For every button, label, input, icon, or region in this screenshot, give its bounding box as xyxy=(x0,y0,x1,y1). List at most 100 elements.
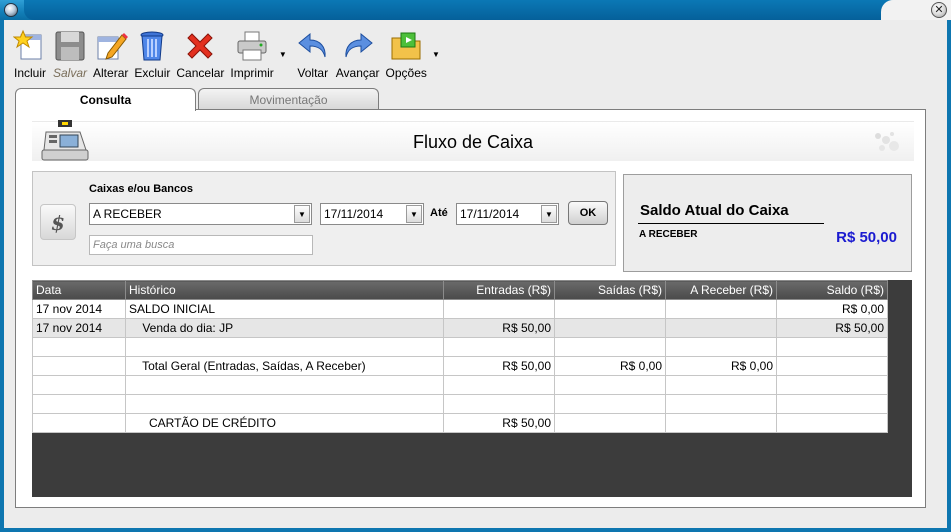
table-cell-saldo xyxy=(776,375,888,395)
excluir-button[interactable]: Excluir xyxy=(131,26,173,80)
cancelar-button[interactable]: Cancelar xyxy=(173,26,227,80)
cashflow-grid[interactable]: Data Histórico Entradas (R$) Saídas (R$) A R… xyxy=(32,280,912,497)
table-cell-entradas: R$ 50,00 xyxy=(443,356,555,376)
table-cell-a-receber xyxy=(665,299,777,319)
table-cell-saidas xyxy=(554,337,666,357)
opcoes-button[interactable]: Opções ▼ xyxy=(383,26,440,80)
floppy-icon xyxy=(55,31,85,61)
toolbar: Incluir Salvar Alterar Excluir Cancelar … xyxy=(10,26,440,82)
caixas-bancos-label: Caixas e/ou Bancos xyxy=(89,183,193,195)
dollar-icon: $ xyxy=(40,204,76,240)
table-row[interactable] xyxy=(32,375,888,395)
page-title: Fluxo de Caixa xyxy=(412,132,534,152)
table-cell-a-receber xyxy=(665,337,777,357)
excluir-label: Excluir xyxy=(134,66,171,80)
search-input[interactable]: Faça uma busca xyxy=(89,235,313,255)
date-to-value: 17/11/2014 xyxy=(460,207,520,221)
avancar-button[interactable]: Avançar xyxy=(333,26,383,80)
table-cell-saidas: R$ 0,00 xyxy=(554,356,666,376)
table-cell-entradas xyxy=(443,299,555,319)
table-row[interactable] xyxy=(32,394,888,414)
table-cell-a-receber xyxy=(665,413,777,433)
column-header-data[interactable]: Data xyxy=(32,280,126,300)
table-cell-a-receber xyxy=(665,318,777,338)
chevron-down-icon[interactable]: ▼ xyxy=(541,205,557,223)
trash-icon xyxy=(140,31,164,61)
cashflow-table[interactable]: Data Histórico Entradas (R$) Saídas (R$) A R… xyxy=(32,280,888,433)
saldo-title: Saldo Atual do Caixa xyxy=(640,202,789,219)
close-icon[interactable]: ✕ xyxy=(931,2,947,18)
table-cell-saidas xyxy=(554,299,666,319)
voltar-button[interactable]: Voltar xyxy=(293,26,333,80)
table-row[interactable]: CARTÃO DE CRÉDITO R$ 50,00 xyxy=(32,413,888,433)
arrow-forward-icon xyxy=(345,32,373,58)
avancar-label: Avançar xyxy=(335,66,380,80)
table-cell-saidas xyxy=(554,413,666,433)
header-banner: Fluxo de Caixa xyxy=(32,120,914,161)
tab-movimentacao-label: Movimentação xyxy=(249,93,328,107)
table-cell-data xyxy=(32,413,126,433)
chevron-down-icon[interactable]: ▼ xyxy=(294,205,310,223)
chevron-down-icon[interactable]: ▼ xyxy=(406,205,422,223)
table-row[interactable] xyxy=(32,337,888,357)
table-cell-historico xyxy=(125,394,444,414)
title-bar: ✕ xyxy=(0,0,951,20)
table-cell-data xyxy=(32,337,126,357)
column-header-saidas[interactable]: Saídas (R$) xyxy=(554,280,666,300)
salvar-label: Salvar xyxy=(53,66,88,80)
imprimir-dropdown-icon[interactable]: ▼ xyxy=(279,50,287,59)
table-cell-saldo xyxy=(776,337,888,357)
table-cell-saidas xyxy=(554,375,666,395)
saldo-account: A RECEBER xyxy=(639,229,698,240)
column-header-saldo[interactable]: Saldo (R$) xyxy=(776,280,888,300)
cancelar-label: Cancelar xyxy=(176,66,225,80)
account-select[interactable]: A RECEBER ▼ xyxy=(89,203,312,225)
table-header-row: Data Histórico Entradas (R$) Saídas (R$) A R… xyxy=(32,280,888,300)
table-cell-entradas: R$ 50,00 xyxy=(443,318,555,338)
tab-movimentacao[interactable]: Movimentação xyxy=(198,88,379,110)
date-from-value: 17/11/2014 xyxy=(324,207,384,221)
date-from-picker[interactable]: 17/11/2014 ▼ xyxy=(320,203,424,225)
printer-icon xyxy=(237,31,267,61)
table-cell-a-receber xyxy=(665,394,777,414)
saldo-value: R$ 50,00 xyxy=(836,229,897,246)
table-cell-historico: CARTÃO DE CRÉDITO xyxy=(125,413,444,433)
red-x-icon xyxy=(187,33,214,59)
table-cell-historico xyxy=(125,337,444,357)
table-row[interactable]: 17 nov 2014 SALDO INICIAL R$ 0,00 xyxy=(32,299,888,319)
date-to-picker[interactable]: 17/11/2014 ▼ xyxy=(456,203,559,225)
alterar-button[interactable]: Alterar xyxy=(90,26,131,80)
decorative-dots-icon xyxy=(875,132,899,151)
voltar-label: Voltar xyxy=(297,66,329,80)
alterar-label: Alterar xyxy=(93,66,129,80)
app-menu-orb-icon[interactable] xyxy=(4,3,18,17)
table-cell-historico: Total Geral (Entradas, Saídas, A Receber… xyxy=(125,356,444,376)
tab-consulta[interactable]: Consulta xyxy=(15,88,196,111)
table-row[interactable]: Total Geral (Entradas, Saídas, A Receber… xyxy=(32,356,888,376)
ok-button[interactable]: OK xyxy=(568,201,608,225)
salvar-button[interactable]: Salvar xyxy=(50,26,90,80)
edit-pencil-icon xyxy=(97,33,128,60)
options-folder-icon xyxy=(391,32,421,60)
table-row[interactable]: 17 nov 2014 Venda do dia: JP R$ 50,00 R$ 5… xyxy=(32,318,888,338)
table-cell-data: 17 nov 2014 xyxy=(32,318,126,338)
table-cell-data xyxy=(32,375,126,395)
arrow-back-icon xyxy=(297,32,326,58)
filter-group: $ Caixas e/ou Bancos A RECEBER ▼ 17/11/2… xyxy=(32,171,616,266)
table-cell-saldo xyxy=(776,356,888,376)
table-cell-historico: Venda do dia: JP xyxy=(125,318,444,338)
column-header-historico[interactable]: Histórico xyxy=(125,280,444,300)
add-star-icon xyxy=(13,29,42,60)
incluir-button[interactable]: Incluir xyxy=(10,26,50,80)
imprimir-button[interactable]: Imprimir ▼ xyxy=(227,26,287,80)
table-cell-saidas xyxy=(554,318,666,338)
table-cell-saldo xyxy=(776,394,888,414)
table-cell-entradas: R$ 50,00 xyxy=(443,413,555,433)
imprimir-label: Imprimir xyxy=(230,66,274,80)
column-header-entradas[interactable]: Entradas (R$) xyxy=(443,280,555,300)
opcoes-dropdown-icon[interactable]: ▼ xyxy=(432,50,440,59)
table-cell-historico: SALDO INICIAL xyxy=(125,299,444,319)
column-header-a-receber[interactable]: A Receber (R$) xyxy=(665,280,777,300)
table-cell-a-receber: R$ 0,00 xyxy=(665,356,777,376)
title-bar-notch xyxy=(24,0,891,20)
